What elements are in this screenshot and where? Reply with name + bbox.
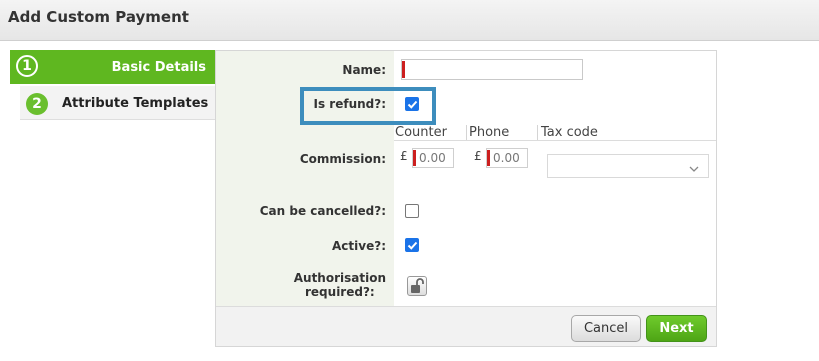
dialog-titlebar: Add Custom Payment bbox=[0, 0, 819, 41]
counter-commission-value: 0.00 bbox=[419, 151, 446, 165]
authorisation-label: Authorisation required?: bbox=[294, 271, 386, 299]
phone-commission-value: 0.00 bbox=[493, 151, 520, 165]
required-marker bbox=[487, 150, 490, 166]
step-attribute-templates[interactable]: 2 Attribute Templates bbox=[20, 86, 216, 120]
counter-currency-symbol: £ bbox=[400, 149, 408, 163]
required-marker bbox=[413, 150, 416, 166]
counter-commission-input[interactable]: 0.00 bbox=[412, 148, 454, 168]
unlocked-padlock-icon[interactable] bbox=[407, 276, 427, 296]
step-basic-details[interactable]: 1 Basic Details bbox=[10, 50, 230, 84]
name-label: Name: bbox=[342, 63, 386, 77]
phone-commission-input[interactable]: 0.00 bbox=[486, 148, 528, 168]
counter-header: Counter bbox=[395, 125, 447, 140]
tax-code-header: Tax code bbox=[541, 125, 598, 140]
required-marker bbox=[402, 61, 405, 78]
chevron-down-icon bbox=[688, 160, 700, 179]
phone-currency-symbol: £ bbox=[474, 149, 482, 163]
refund-label: Is refund?: bbox=[313, 97, 387, 111]
header-divider bbox=[466, 125, 467, 140]
commission-label: Commission: bbox=[299, 152, 386, 166]
step-label-basic-details: Basic Details bbox=[111, 60, 206, 75]
active-label: Active?: bbox=[332, 239, 386, 253]
authorisation-label-line1: Authorisation bbox=[293, 271, 386, 285]
form-footer: Cancel Next bbox=[216, 306, 716, 346]
authorisation-label-line2: required?: bbox=[305, 285, 375, 299]
step-number-2: 2 bbox=[26, 93, 48, 115]
step-number-1: 1 bbox=[16, 55, 38, 77]
header-divider bbox=[537, 125, 538, 140]
form-panel: Name: Is refund?: Counter Phone Tax code… bbox=[215, 50, 717, 347]
step-label-attribute-templates: Attribute Templates bbox=[62, 96, 209, 111]
cancellable-checkbox[interactable] bbox=[405, 204, 419, 218]
dialog-title: Add Custom Payment bbox=[8, 8, 189, 26]
active-checkbox[interactable] bbox=[405, 238, 419, 252]
name-input[interactable] bbox=[401, 59, 583, 80]
tax-code-select[interactable] bbox=[547, 154, 709, 178]
cancellable-label: Can be cancelled?: bbox=[259, 204, 386, 218]
cancel-button[interactable]: Cancel bbox=[571, 315, 641, 342]
next-button[interactable]: Next bbox=[646, 315, 707, 342]
phone-header: Phone bbox=[469, 125, 510, 140]
header-underline bbox=[394, 140, 716, 141]
refund-checkbox[interactable] bbox=[405, 97, 419, 111]
